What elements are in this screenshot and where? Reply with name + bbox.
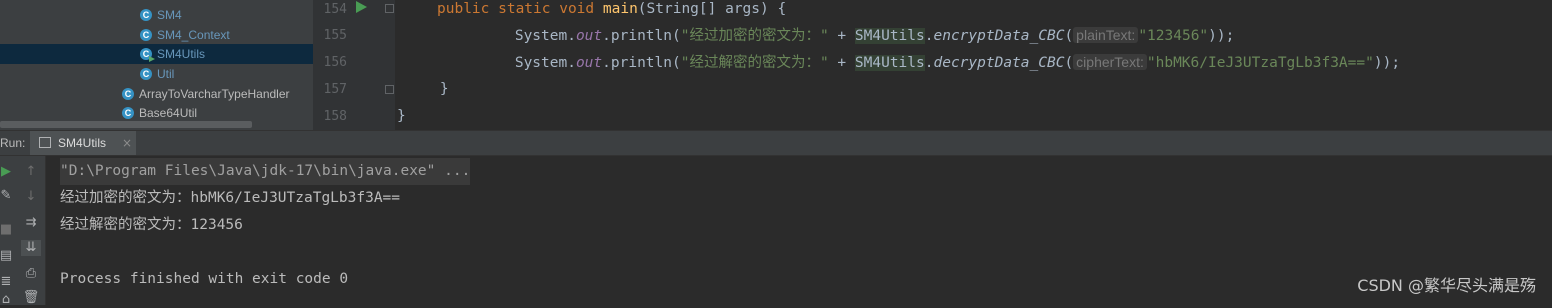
stop-icon[interactable]: ■: [0, 222, 16, 238]
tree-item-sm4utils[interactable]: C SM4Utils: [0, 44, 313, 64]
class-icon: C: [122, 107, 134, 119]
argument-literal: "123456": [1138, 28, 1209, 44]
clear-all-icon[interactable]: 🗑: [21, 290, 41, 306]
tree-item-sm4-context[interactable]: C SM4_Context: [0, 25, 313, 45]
arrow-up-icon[interactable]: ↑: [21, 164, 41, 180]
string-literal: "经过加密的密文为：": [680, 28, 829, 44]
run-main-icon[interactable]: [356, 1, 367, 13]
pin-icon[interactable]: ⌂: [0, 292, 16, 308]
class-icon: C: [140, 9, 152, 21]
tree-item-label: SM4: [157, 8, 182, 22]
println-call: .println(: [602, 55, 681, 71]
class-icon: C: [140, 29, 152, 41]
watermark: CSDN @繁华尽头满是殇: [1357, 276, 1536, 295]
class-icon: C: [122, 88, 134, 100]
settings-icon[interactable]: ≣: [0, 274, 16, 290]
line-number: 154: [323, 2, 347, 17]
tree-item-label: SM4_Context: [157, 28, 230, 42]
code-line-156: System.out.println("经过解密的密文为：" + SM4Util…: [445, 49, 1400, 76]
class-reference: SM4Utils: [854, 28, 925, 44]
tree-item-arraytovarchartypehandler[interactable]: C ArrayToVarcharTypeHandler: [0, 84, 313, 104]
static-method-call: encryptData_CBC: [933, 28, 1065, 44]
rerun-icon[interactable]: ▶: [0, 164, 16, 180]
code-line-155: System.out.println("经过加密的密文为：" + SM4Util…: [445, 22, 1234, 49]
runnable-class-icon: C: [140, 48, 155, 62]
run-label: Run:: [0, 136, 26, 150]
code-line-158: }: [397, 108, 406, 124]
line-number: 155: [323, 28, 347, 43]
system-ref: System.: [514, 28, 576, 44]
class-reference: SM4Utils: [854, 55, 925, 71]
close-icon[interactable]: ×: [122, 131, 132, 155]
tab-label: SM4Utils: [58, 136, 107, 150]
method-name: main: [602, 1, 638, 17]
paren: (: [1064, 55, 1074, 71]
editor-gutter: 154 155 156 157 158: [313, 0, 395, 130]
fold-marker-icon[interactable]: [385, 85, 394, 94]
tree-item-label: Util: [157, 67, 175, 81]
class-icon: C: [140, 68, 152, 80]
static-method-call: decryptData_CBC: [933, 55, 1065, 71]
tree-item-base64util[interactable]: C Base64Util: [0, 103, 313, 123]
console-line: 经过加密的密文为：hbMK6/IeJ3UTzaTgLb3f3A==: [60, 190, 401, 206]
arrow-down-icon[interactable]: ↓: [21, 189, 41, 205]
plus-operator: +: [828, 55, 855, 71]
plus-operator: +: [828, 28, 855, 44]
run-toolbar-primary: ▶ ✎ ■ ▤ ≣ ⌂: [0, 156, 17, 308]
console-command-line: "D:\Program Files\Java\jdk-17\bin\java.e…: [60, 158, 471, 185]
dump-threads-icon[interactable]: ▤: [0, 248, 16, 264]
call-end: ));: [1208, 28, 1235, 44]
console-output[interactable]: "D:\Program Files\Java\jdk-17\bin\java.e…: [46, 156, 1552, 305]
argument-literal: "hbMK6/IeJ3UTzaTgLb3f3A==": [1146, 55, 1374, 71]
console-exit-line: Process finished with exit code 0: [60, 271, 349, 287]
tree-item-util[interactable]: C Util: [0, 64, 313, 84]
tree-item-label: SM4Utils: [157, 47, 206, 61]
wrench-icon[interactable]: ✎: [0, 188, 16, 204]
print-icon[interactable]: ⎙: [21, 266, 41, 282]
fold-marker-icon[interactable]: [385, 4, 394, 13]
line-number: 158: [323, 109, 347, 124]
console-icon: [39, 137, 51, 148]
tree-item-sm4[interactable]: C SM4: [0, 5, 313, 25]
soft-wrap-icon[interactable]: ⇉: [21, 215, 41, 231]
parameter-hint: plainText:: [1073, 27, 1139, 43]
project-tree: C SM4 C SM4_Context C SM4Utils C Util C …: [0, 0, 313, 130]
code-editor[interactable]: public static void main(String[] args) {…: [395, 0, 1552, 130]
println-call: .println(: [602, 28, 681, 44]
scroll-to-end-icon[interactable]: ⇊: [21, 240, 41, 256]
string-literal: "经过解密的密文为：": [680, 55, 829, 71]
out-field: out: [575, 55, 603, 71]
tree-item-label: ArrayToVarcharTypeHandler: [139, 87, 290, 101]
call-end: ));: [1373, 55, 1401, 71]
tree-horizontal-scrollbar[interactable]: [0, 121, 252, 128]
line-number: 156: [323, 55, 347, 70]
console-line: 经过解密的密文为：123456: [60, 217, 243, 233]
keywords: public static void: [437, 1, 603, 17]
run-toolwindow-header: Run: SM4Utils ×: [0, 130, 1552, 156]
tree-item-label: Base64Util: [139, 106, 198, 120]
system-ref: System.: [514, 55, 576, 71]
paren: (: [1064, 28, 1074, 44]
parameter-hint: cipherText:: [1073, 54, 1147, 70]
out-field: out: [575, 28, 603, 44]
code-line-154: public static void main(String[] args) {: [437, 0, 786, 23]
run-toolbar-secondary: ↑ ↓ ⇉ ⇊ ⎙ 🗑: [17, 156, 46, 305]
line-number: 157: [323, 82, 347, 97]
tab-sm4utils[interactable]: SM4Utils ×: [30, 131, 136, 155]
method-signature: (String[] args) {: [637, 1, 787, 17]
code-line-157: }: [405, 81, 449, 97]
